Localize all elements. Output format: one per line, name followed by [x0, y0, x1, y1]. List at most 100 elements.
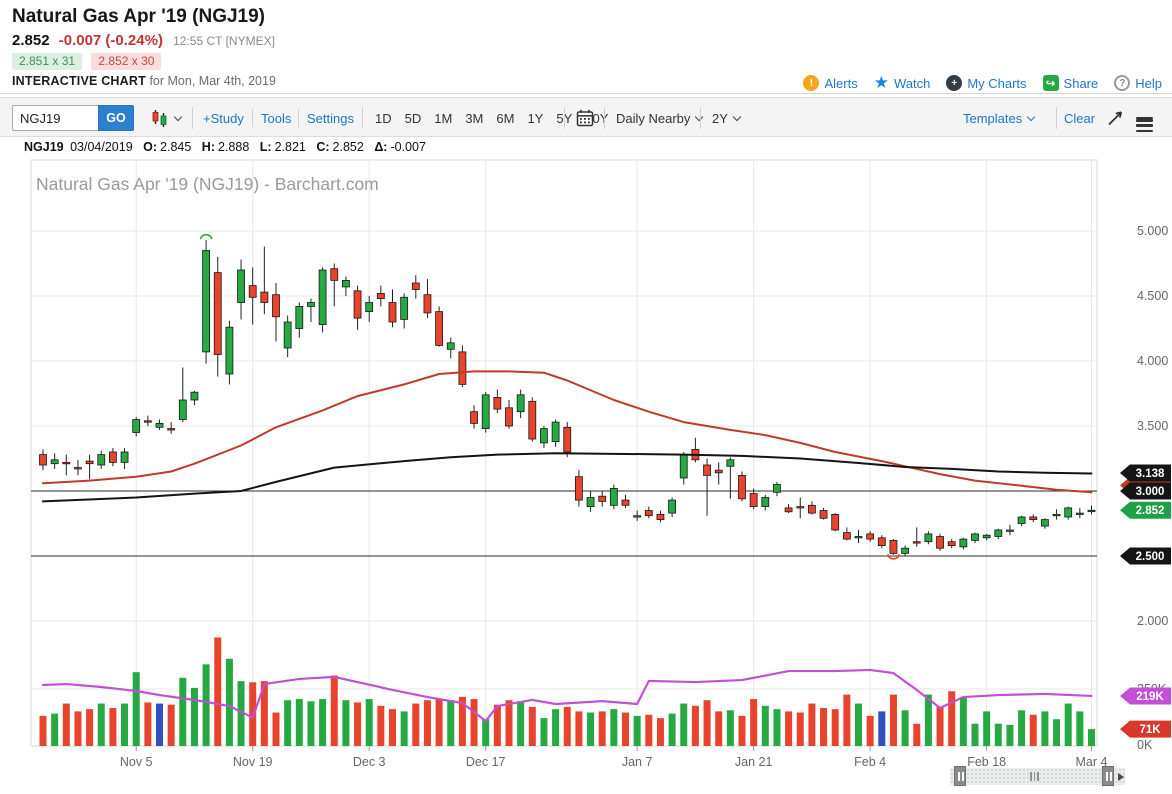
alerts-link[interactable]: ! Alerts — [803, 75, 857, 91]
volume-bar — [424, 700, 431, 746]
symbol-input[interactable] — [12, 105, 98, 131]
candle — [972, 534, 979, 541]
volume-bar — [657, 718, 664, 746]
volume-bar — [412, 704, 419, 746]
scrollbar-grip-icon[interactable] — [1030, 772, 1042, 781]
candle — [133, 420, 140, 433]
quote-header: Natural Gas Apr '19 (NGJ19) 2.852 -0.007… — [0, 0, 1172, 94]
page-title: Natural Gas Apr '19 (NGJ19) — [12, 6, 265, 28]
volume-bar — [447, 700, 454, 746]
candle — [63, 462, 70, 463]
volume-bar — [773, 709, 780, 746]
volume-bar — [902, 710, 909, 746]
candle — [820, 511, 827, 519]
volume-bar — [669, 714, 676, 746]
chart-type-selector[interactable] — [150, 98, 181, 138]
range-1m[interactable]: 1M — [434, 111, 452, 126]
volume-bar — [51, 714, 58, 746]
volume-bar — [471, 699, 478, 746]
candle — [1030, 517, 1037, 520]
candle — [506, 408, 513, 426]
go-button[interactable]: GO — [98, 105, 134, 131]
chevron-down-icon — [174, 112, 182, 120]
high-low-markers — [201, 235, 899, 559]
volume-bar — [436, 699, 443, 746]
volume-bar — [890, 695, 897, 746]
frequency-dropdown[interactable]: Daily Nearby — [616, 98, 702, 138]
candle — [1006, 530, 1013, 531]
settings-button[interactable]: Settings — [307, 98, 354, 138]
candle — [1018, 517, 1025, 524]
candle — [447, 343, 454, 350]
ohlc-open: 2.845 — [160, 140, 191, 154]
range-6m[interactable]: 6M — [496, 111, 514, 126]
candle — [86, 461, 93, 464]
alert-icon: ! — [803, 75, 819, 91]
candle — [739, 475, 746, 498]
templates-dropdown[interactable]: Templates — [963, 98, 1034, 138]
range-3m[interactable]: 3M — [465, 111, 483, 126]
candle — [540, 429, 547, 443]
svg-text:0K: 0K — [1137, 738, 1153, 752]
candle — [517, 395, 524, 412]
span-dropdown[interactable]: 2Y — [712, 98, 740, 138]
volume-bar — [342, 700, 349, 746]
volume-bar — [214, 637, 221, 746]
draw-tool-button[interactable] — [1106, 98, 1124, 138]
watch-link[interactable]: ★ Watch — [874, 75, 931, 91]
volume-bar — [750, 699, 757, 746]
volume-bar — [1018, 710, 1025, 746]
candle — [424, 295, 431, 313]
volume-bar — [995, 724, 1002, 746]
range-1d[interactable]: 1D — [375, 111, 392, 126]
ask-badge: 2.852 x 30 — [91, 53, 161, 70]
ohlc-close: 2.852 — [333, 140, 364, 154]
scrollbar-right-handle[interactable] — [1102, 766, 1114, 786]
tools-button[interactable]: Tools — [261, 98, 291, 138]
candle — [366, 303, 373, 312]
svg-text:71K: 71K — [1139, 724, 1161, 736]
candle — [680, 455, 687, 478]
candle — [261, 292, 268, 302]
add-study-button[interactable]: +Study — [203, 98, 244, 138]
candle — [855, 537, 862, 538]
share-link[interactable]: ↪ Share — [1043, 75, 1099, 91]
range-5d[interactable]: 5D — [405, 111, 422, 126]
candle — [1076, 513, 1083, 514]
chart-zoom-scrollbar[interactable] — [950, 768, 1125, 785]
help-link[interactable]: ? Help — [1114, 75, 1162, 91]
menu-icon[interactable] — [1136, 98, 1153, 138]
svg-text:3.000: 3.000 — [1136, 486, 1165, 498]
candle — [98, 455, 105, 465]
volume-bar — [156, 704, 163, 746]
volume-bar — [121, 704, 128, 746]
high-marker-icon — [201, 235, 212, 240]
candle — [610, 488, 617, 505]
candle — [342, 280, 349, 287]
calendar-button[interactable] — [576, 98, 594, 138]
clear-button[interactable]: Clear — [1064, 98, 1095, 138]
volume-bar — [960, 697, 967, 746]
candle — [109, 452, 116, 462]
candle — [307, 303, 314, 307]
range-1y[interactable]: 1Y — [527, 111, 543, 126]
chart-toolbar: GO +Study Tools Settings 1D 5D 1M 3M 6M … — [0, 97, 1172, 137]
candle — [564, 427, 571, 452]
svg-text:Nov 5: Nov 5 — [120, 755, 153, 769]
candle — [389, 303, 396, 323]
volume-bar — [389, 709, 396, 746]
volume-bars — [40, 637, 1096, 746]
candle — [878, 538, 885, 546]
volume-bar — [226, 659, 233, 746]
ohlc-date: 03/04/2019 — [70, 140, 133, 154]
volume-bar — [704, 700, 711, 746]
candle — [74, 468, 81, 469]
scrollbar-right-arrow-icon[interactable] — [1118, 773, 1124, 781]
candle — [459, 352, 466, 385]
candle — [657, 514, 664, 519]
candle — [867, 534, 874, 539]
candle — [599, 496, 606, 501]
my-charts-link[interactable]: + My Charts — [946, 75, 1026, 91]
star-icon: ★ — [874, 75, 889, 91]
scrollbar-left-handle[interactable] — [954, 766, 966, 786]
